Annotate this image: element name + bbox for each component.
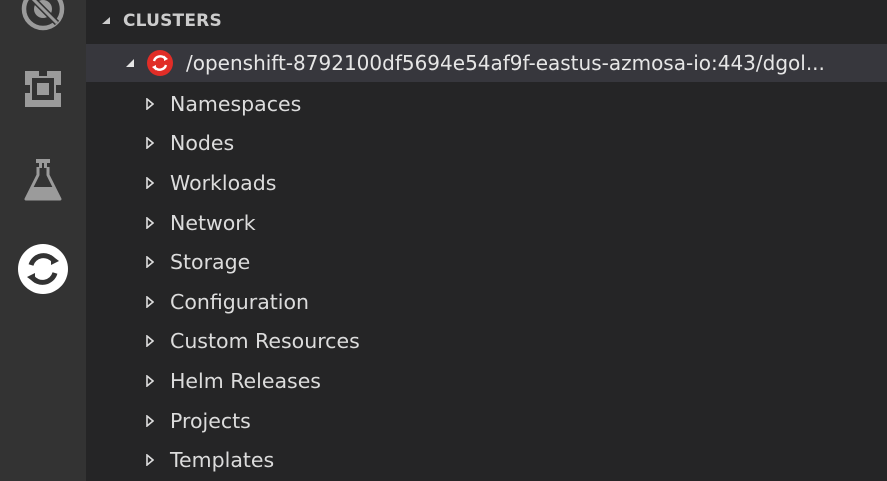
tree-item-label: Workloads (170, 170, 277, 195)
chevron-right-icon (144, 335, 156, 348)
cluster-row[interactable]: /openshift-8792100df5694e54af9f-eastus-a… (86, 44, 887, 82)
chevron-right-icon (144, 216, 156, 229)
cluster-label: /openshift-8792100df5694e54af9f-eastus-a… (186, 51, 825, 75)
activity-bar (0, 0, 86, 481)
app-window: CLUSTERS /openshift-8792100df5694e54af9f… (0, 0, 887, 481)
cluster-tree: Namespaces Nodes Workloads Network Stora (86, 84, 887, 480)
tree-item-workloads[interactable]: Workloads (86, 163, 887, 203)
openshift-icon[interactable] (0, 243, 86, 295)
chevron-right-icon (144, 176, 156, 189)
clusters-sidebar: CLUSTERS /openshift-8792100df5694e54af9f… (86, 0, 887, 481)
tree-item-projects[interactable]: Projects (86, 401, 887, 441)
tree-item-label: Projects (170, 408, 251, 433)
tree-item-label: Custom Resources (170, 329, 360, 354)
tree-item-label: Templates (170, 448, 275, 473)
tree-item-label: Storage (170, 250, 251, 275)
tree-item-label: Network (170, 210, 256, 235)
chevron-right-icon (144, 295, 156, 308)
tree-item-network[interactable]: Network (86, 203, 887, 243)
test-flask-icon[interactable] (0, 156, 86, 204)
chevron-right-icon (144, 256, 156, 269)
openshift-logo-icon (147, 50, 173, 76)
clusters-section-header[interactable]: CLUSTERS (86, 0, 887, 42)
section-title: CLUSTERS (123, 11, 222, 31)
tree-item-configuration[interactable]: Configuration (86, 282, 887, 322)
chevron-right-icon (144, 414, 156, 427)
tree-item-label: Helm Releases (170, 368, 321, 393)
tree-item-nodes[interactable]: Nodes (86, 124, 887, 164)
tree-item-helm-releases[interactable]: Helm Releases (86, 361, 887, 401)
tree-item-templates[interactable]: Templates (86, 440, 887, 480)
tree-item-label: Nodes (170, 131, 235, 156)
debug-icon[interactable] (0, 0, 86, 32)
tree-item-namespaces[interactable]: Namespaces (86, 84, 887, 124)
chevron-right-icon (144, 374, 156, 387)
chevron-down-icon (123, 58, 137, 68)
tree-item-label: Namespaces (170, 91, 302, 116)
chevron-down-icon (99, 17, 113, 25)
chevron-right-icon (144, 454, 156, 467)
chevron-right-icon (144, 97, 156, 110)
extensions-icon[interactable] (0, 66, 86, 112)
chevron-right-icon (144, 137, 156, 150)
tree-item-label: Configuration (170, 289, 310, 314)
tree-item-custom-resources[interactable]: Custom Resources (86, 322, 887, 362)
tree-item-storage[interactable]: Storage (86, 242, 887, 282)
